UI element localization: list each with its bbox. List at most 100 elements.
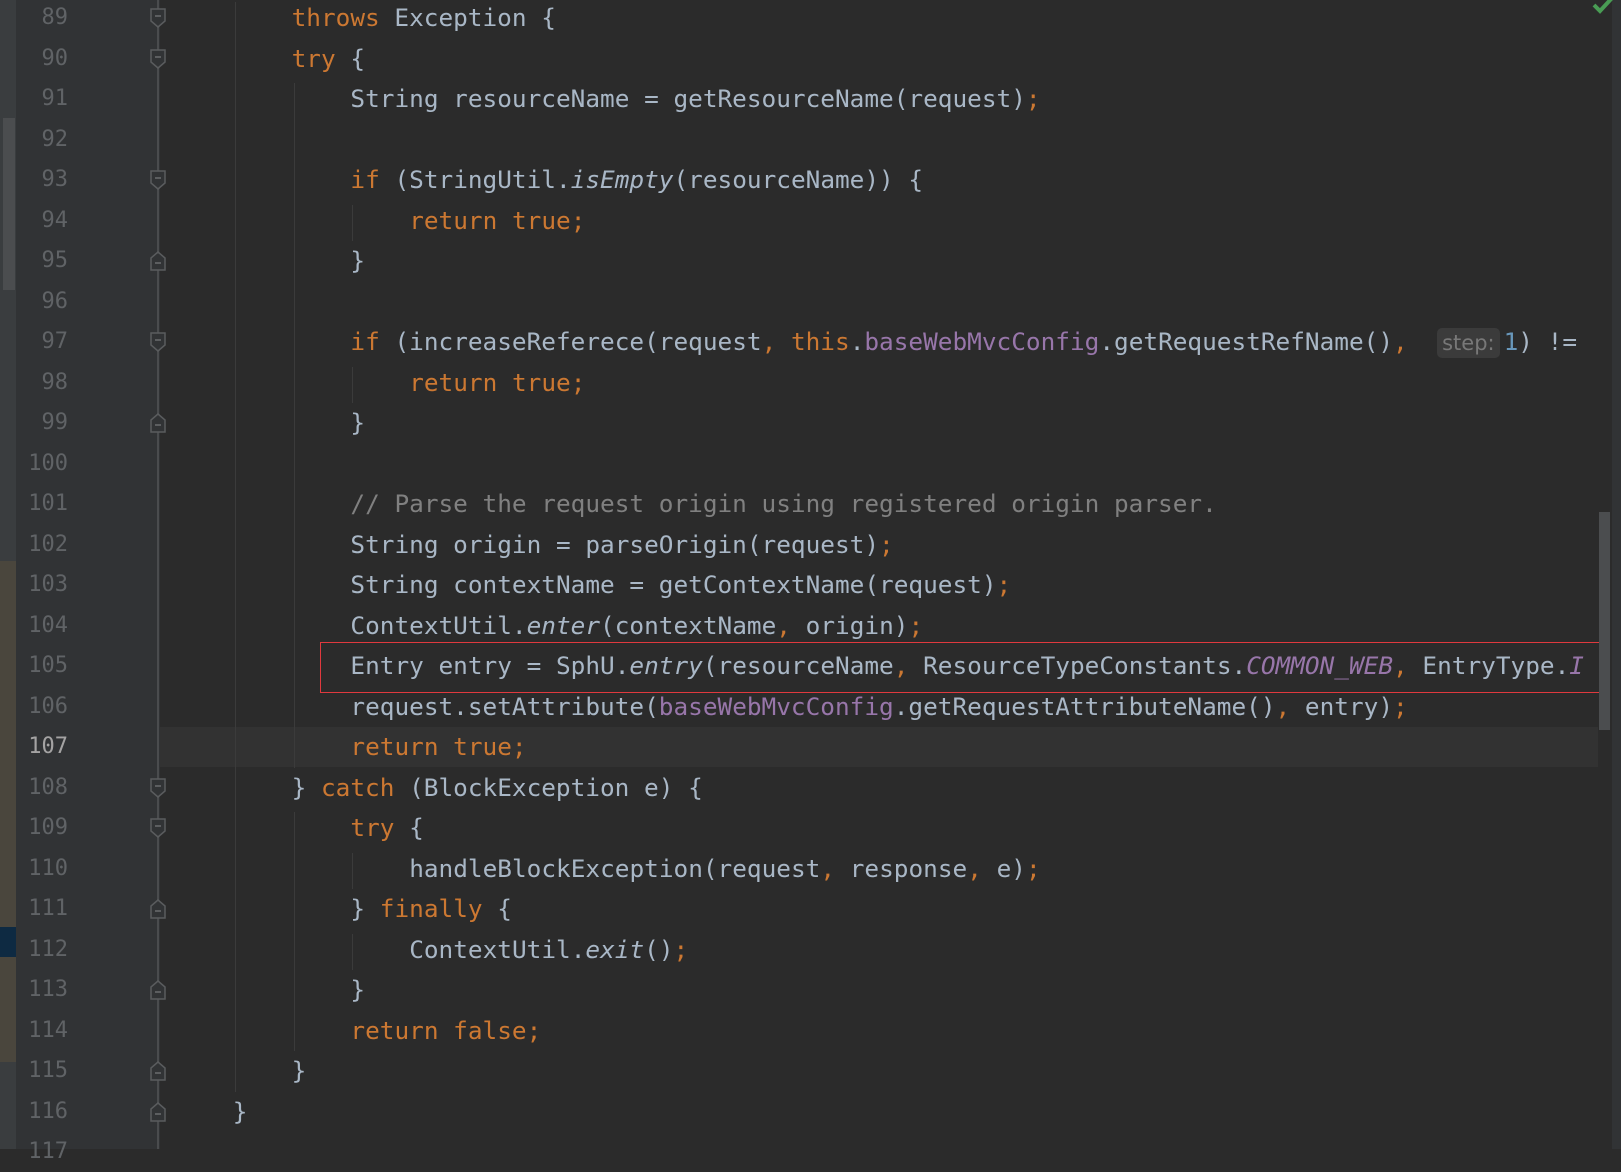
line-number[interactable]: 109 (20, 808, 68, 848)
line-number[interactable]: 111 (20, 889, 68, 929)
line-number[interactable]: 117 (20, 1132, 68, 1172)
code-token: e) (996, 853, 1026, 883)
code-token: } (232, 1096, 248, 1126)
fold-collapse-icon[interactable] (150, 777, 166, 798)
code-line[interactable]: } catch (BlockException e) { (292, 768, 703, 808)
fold-collapse-icon[interactable] (150, 170, 166, 190)
code-token: exit (585, 934, 645, 964)
line-number[interactable]: 90 (20, 39, 69, 79)
fold-end-icon[interactable] (150, 899, 166, 919)
fold-collapse-icon[interactable] (150, 8, 166, 28)
code-line[interactable]: } (292, 1051, 307, 1091)
check-icon[interactable] (1592, 0, 1614, 14)
code-token: origin) (805, 610, 909, 640)
highlight-box (320, 642, 1610, 693)
line-number[interactable]: 102 (20, 525, 68, 565)
line-number[interactable]: 101 (20, 484, 68, 524)
code-token: , (820, 853, 850, 883)
line-number[interactable]: 106 (20, 687, 68, 727)
line-number[interactable]: 105 (20, 646, 68, 686)
code-token: enter (526, 610, 601, 640)
code-line[interactable]: if (StringUtil.isEmpty(resourceName)) { (350, 160, 923, 200)
code-line[interactable]: handleBlockException(request, response, … (409, 849, 1040, 889)
code-line[interactable]: try { (350, 808, 423, 848)
code-token: String resourceName = getResourceName(re… (350, 84, 1026, 113)
fold-collapse-icon[interactable] (150, 818, 166, 838)
line-number[interactable]: 98 (20, 363, 69, 403)
fold-collapse-icon[interactable] (150, 332, 166, 352)
code-line[interactable]: if (increaseReferece(request, this.baseW… (350, 322, 1577, 362)
vertical-scrollbar-thumb[interactable] (1599, 512, 1610, 730)
line-number[interactable]: 96 (20, 282, 69, 322)
line-number[interactable]: 99 (20, 403, 69, 443)
fold-end-icon[interactable] (150, 980, 166, 1000)
code-line[interactable]: ContextUtil.enter(contextName, origin); (350, 606, 923, 646)
code-line[interactable]: } (350, 970, 365, 1010)
code-token: ) != (1518, 327, 1578, 356)
line-number[interactable]: 94 (20, 201, 69, 241)
line-number[interactable]: 97 (20, 322, 69, 362)
code-line[interactable]: } (350, 403, 365, 443)
indent-guide (234, 2, 236, 1092)
code-line[interactable]: ContextUtil.exit(); (409, 930, 688, 970)
code-token: request.setAttribute( (350, 691, 659, 721)
line-number[interactable]: 110 (20, 849, 68, 889)
code-token: this (790, 327, 850, 356)
line-number[interactable]: 116 (20, 1092, 68, 1132)
code-line[interactable]: try { (292, 39, 365, 79)
code-token: response (849, 853, 968, 883)
fold-end-icon[interactable] (150, 413, 166, 433)
fold-collapse-icon[interactable] (150, 48, 166, 69)
code-token: } (291, 1056, 307, 1085)
code-token: return true; (350, 732, 527, 761)
code-line[interactable]: // Parse the request origin using regist… (350, 484, 1216, 524)
fold-end-icon[interactable] (150, 251, 166, 271)
code-line[interactable]: } (233, 1092, 248, 1132)
line-number[interactable]: 107 (20, 727, 68, 767)
code-token: , (1393, 327, 1438, 356)
line-number[interactable]: 100 (20, 444, 68, 484)
line-number[interactable]: 103 (20, 565, 68, 605)
code-token: handleBlockException(request (409, 853, 821, 883)
code-token: String contextName = getContextName(requ… (350, 570, 997, 599)
code-token: return true; (409, 367, 586, 397)
change-marker-modified[interactable] (0, 561, 16, 927)
code-token: Exception { (379, 3, 556, 32)
fold-end-icon[interactable] (150, 1101, 166, 1122)
code-line[interactable]: throws Exception { (292, 0, 556, 38)
code-line[interactable]: String origin = parseOrigin(request); (350, 525, 893, 565)
code-token: String origin = parseOrigin(request) (350, 529, 880, 559)
code-line[interactable]: String resourceName = getResourceName(re… (350, 79, 1040, 119)
line-number[interactable]: 91 (20, 79, 69, 119)
line-number[interactable]: 114 (20, 1011, 68, 1051)
code-line[interactable]: return true; (409, 363, 585, 403)
code-token: } (350, 408, 366, 437)
code-token: (contextName (600, 610, 777, 640)
code-line[interactable]: return false; (350, 1011, 541, 1051)
line-number[interactable]: 104 (20, 606, 68, 646)
line-number[interactable]: 115 (20, 1051, 68, 1091)
code-line[interactable]: return true; (350, 727, 526, 767)
code-line[interactable]: String contextName = getContextName(requ… (350, 565, 1011, 605)
code-token: ; (1393, 691, 1408, 721)
change-marker-added[interactable] (0, 927, 16, 957)
line-number[interactable]: 108 (20, 768, 68, 808)
left-scroll-thumb[interactable] (3, 118, 15, 290)
line-number[interactable]: 113 (20, 970, 68, 1010)
code-line[interactable]: } finally { (350, 889, 512, 929)
line-number[interactable]: 92 (20, 120, 69, 160)
line-number[interactable]: 93 (20, 160, 69, 200)
code-token: { (335, 43, 366, 73)
line-number[interactable]: 112 (20, 930, 68, 970)
code-token: catch (320, 772, 395, 802)
change-marker-modified[interactable] (0, 957, 16, 1062)
code-line[interactable]: } (350, 241, 365, 281)
fold-end-icon[interactable] (150, 1061, 166, 1081)
code-token: , (761, 327, 791, 356)
error-stripe (1612, 0, 1621, 1149)
line-number[interactable]: 95 (20, 241, 69, 281)
code-token: if (350, 327, 380, 356)
code-token: . (849, 327, 865, 356)
code-line[interactable]: return true; (409, 201, 585, 241)
line-number[interactable]: 89 (20, 0, 69, 38)
